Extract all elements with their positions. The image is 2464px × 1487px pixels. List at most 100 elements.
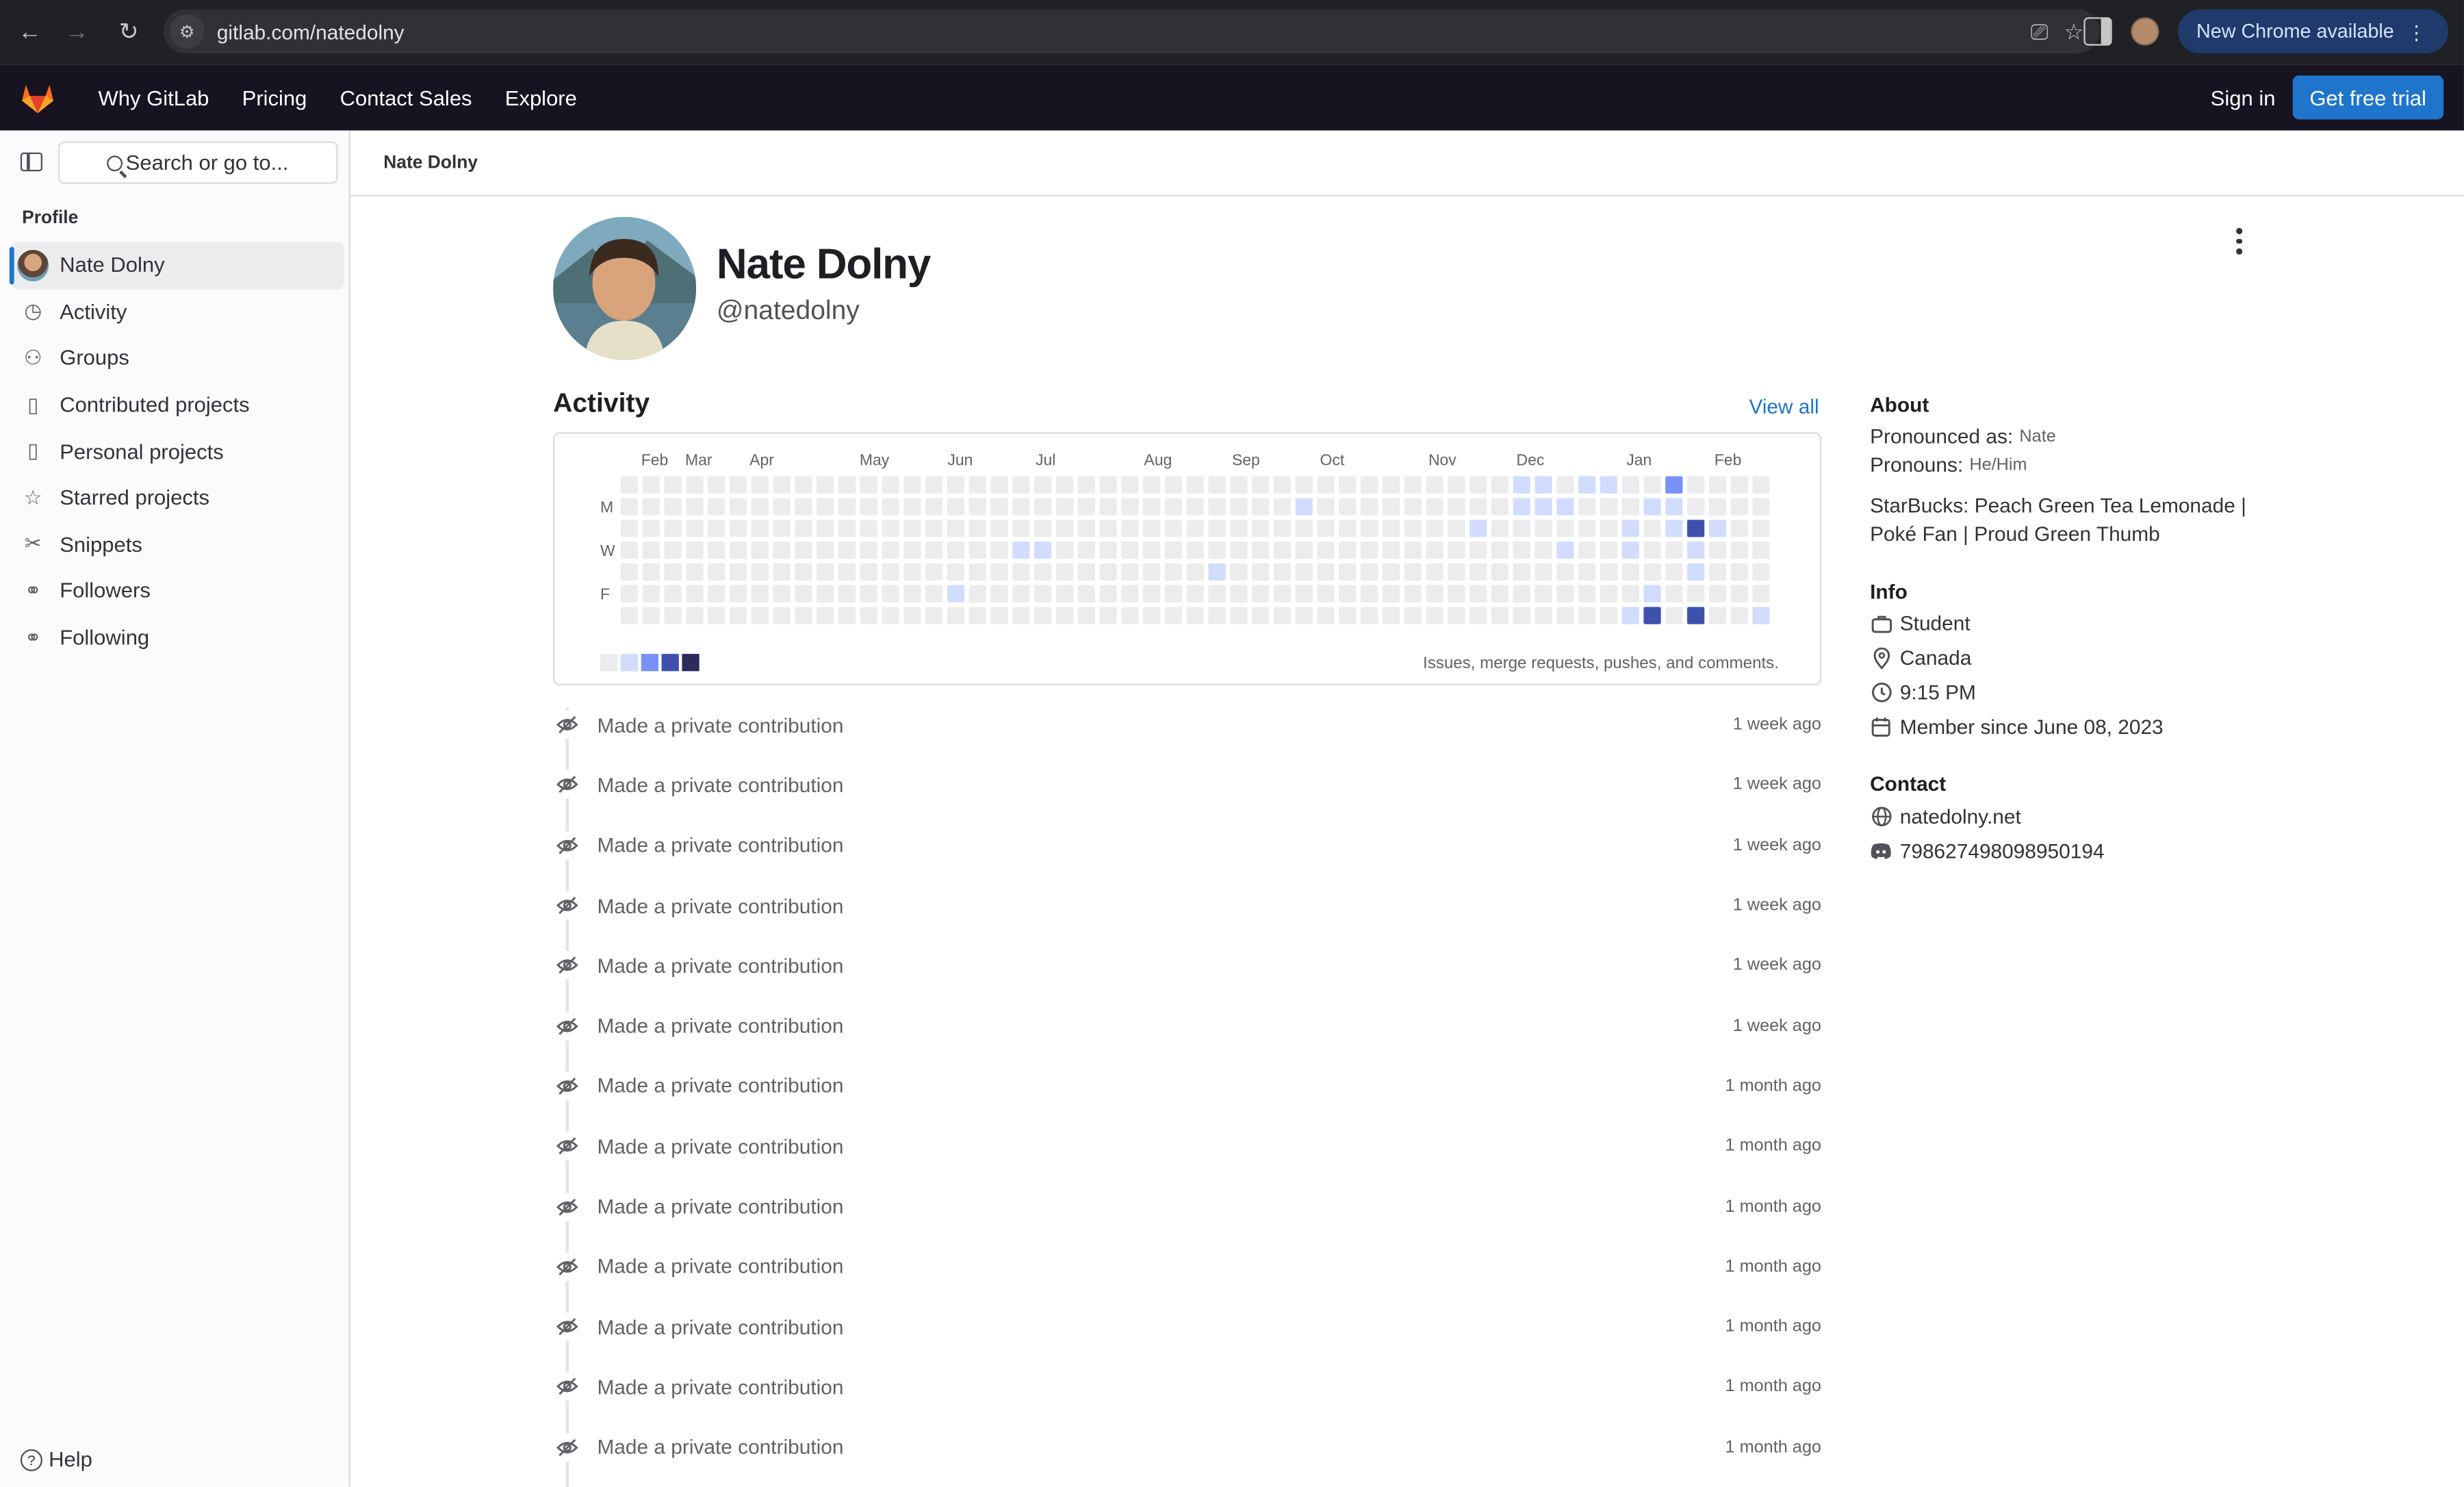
calendar-day-cell[interactable] [990,498,1008,516]
calendar-day-cell[interactable] [729,542,747,559]
calendar-day-cell[interactable] [1012,476,1030,494]
calendar-day-cell[interactable] [1012,585,1030,602]
calendar-day-cell[interactable] [795,498,812,516]
calendar-day-cell[interactable] [1382,498,1400,516]
calendar-day-cell[interactable] [1317,520,1335,537]
calendar-day-cell[interactable] [1556,585,1574,602]
calendar-day-cell[interactable] [1686,498,1705,516]
calendar-day-cell[interactable] [1426,498,1443,516]
calendar-day-cell[interactable] [903,563,921,581]
calendar-day-cell[interactable] [751,607,769,624]
back-icon[interactable]: ← [8,10,51,53]
calendar-day-cell[interactable] [1295,542,1313,559]
calendar-day-cell[interactable] [1578,563,1596,581]
get-free-trial-button[interactable]: Get free trial [2292,75,2444,120]
site-info-icon[interactable]: ⚙ [169,14,205,49]
nav-link-why-gitlab[interactable]: Why GitLab [81,86,225,109]
calendar-day-cell[interactable] [1578,542,1596,559]
calendar-day-cell[interactable] [795,542,812,559]
calendar-day-cell[interactable] [1339,563,1357,581]
sidebar-item-followers[interactable]: ⚭ Followers [11,568,344,614]
calendar-day-cell[interactable] [686,476,704,494]
sidebar-item-starred-projects[interactable]: ☆ Starred projects [11,474,344,521]
calendar-day-cell[interactable] [990,542,1008,559]
calendar-day-cell[interactable] [1230,520,1248,537]
calendar-day-cell[interactable] [1055,498,1074,516]
calendar-day-cell[interactable] [1404,585,1422,602]
calendar-day-cell[interactable] [1186,542,1204,559]
calendar-day-cell[interactable] [1730,585,1748,602]
calendar-day-cell[interactable] [1708,563,1727,581]
calendar-day-cell[interactable] [1600,542,1618,559]
calendar-day-cell[interactable] [1600,476,1618,494]
calendar-day-cell[interactable] [1556,542,1574,559]
calendar-day-cell[interactable] [1708,476,1727,494]
calendar-day-cell[interactable] [968,585,986,602]
calendar-day-cell[interactable] [1404,520,1422,537]
calendar-day-cell[interactable] [1513,520,1530,537]
calendar-day-cell[interactable] [1513,563,1530,581]
calendar-day-cell[interactable] [1317,498,1335,516]
calendar-day-cell[interactable] [1470,585,1487,602]
calendar-day-cell[interactable] [1273,585,1292,602]
calendar-day-cell[interactable] [1513,585,1530,602]
calendar-day-cell[interactable] [1448,476,1465,494]
calendar-day-cell[interactable] [1382,563,1400,581]
calendar-day-cell[interactable] [838,585,856,602]
calendar-day-cell[interactable] [1491,476,1509,494]
calendar-day-cell[interactable] [620,498,639,516]
contact-website[interactable]: natedolny.net [1870,805,2021,828]
reload-icon[interactable]: ↻ [107,10,151,53]
calendar-day-cell[interactable] [1317,563,1335,581]
calendar-day-cell[interactable] [1208,585,1226,602]
calendar-day-cell[interactable] [1361,476,1378,494]
sidebar-item-personal-projects[interactable]: ▯ Personal projects [11,428,344,474]
calendar-day-cell[interactable] [1621,498,1639,516]
calendar-day-cell[interactable] [968,520,986,537]
sign-in-link[interactable]: Sign in [2211,86,2276,109]
calendar-day-cell[interactable] [1686,542,1705,559]
calendar-day-cell[interactable] [1077,476,1095,494]
sidebar-item-following[interactable]: ⚭ Following [11,614,344,661]
contact-discord[interactable]: 798627498098950194 [1870,839,2105,863]
calendar-day-cell[interactable] [1491,520,1509,537]
calendar-day-cell[interactable] [773,476,791,494]
calendar-day-cell[interactable] [860,476,877,494]
calendar-day-cell[interactable] [1143,585,1161,602]
calendar-day-cell[interactable] [1034,585,1052,602]
calendar-day-cell[interactable] [1121,563,1139,581]
calendar-day-cell[interactable] [1643,542,1661,559]
calendar-day-cell[interactable] [1361,520,1378,537]
calendar-day-cell[interactable] [708,542,726,559]
calendar-day-cell[interactable] [1426,563,1443,581]
calendar-day-cell[interactable] [1686,563,1705,581]
calendar-day-cell[interactable] [903,585,921,602]
calendar-day-cell[interactable] [1621,563,1639,581]
calendar-day-cell[interactable] [1686,476,1705,494]
calendar-day-cell[interactable] [1448,542,1465,559]
calendar-day-cell[interactable] [642,607,660,624]
calendar-day-cell[interactable] [1121,476,1139,494]
nav-link-explore[interactable]: Explore [489,86,593,109]
calendar-day-cell[interactable] [686,498,704,516]
calendar-day-cell[interactable] [1535,476,1552,494]
calendar-day-cell[interactable] [1012,498,1030,516]
calendar-day-cell[interactable] [642,585,660,602]
calendar-day-cell[interactable] [882,542,899,559]
calendar-day-cell[interactable] [1643,498,1661,516]
calendar-day-cell[interactable] [925,563,943,581]
calendar-day-cell[interactable] [708,585,726,602]
calendar-day-cell[interactable] [642,498,660,516]
calendar-day-cell[interactable] [664,542,682,559]
calendar-day-cell[interactable] [1121,542,1139,559]
calendar-day-cell[interactable] [860,585,877,602]
calendar-day-cell[interactable] [817,607,834,624]
calendar-day-cell[interactable] [1361,585,1378,602]
calendar-day-cell[interactable] [1665,607,1683,624]
calendar-day-cell[interactable] [708,476,726,494]
calendar-day-cell[interactable] [1208,476,1226,494]
calendar-day-cell[interactable] [620,542,639,559]
calendar-day-cell[interactable] [1121,607,1139,624]
calendar-day-cell[interactable] [817,498,834,516]
calendar-day-cell[interactable] [751,476,769,494]
